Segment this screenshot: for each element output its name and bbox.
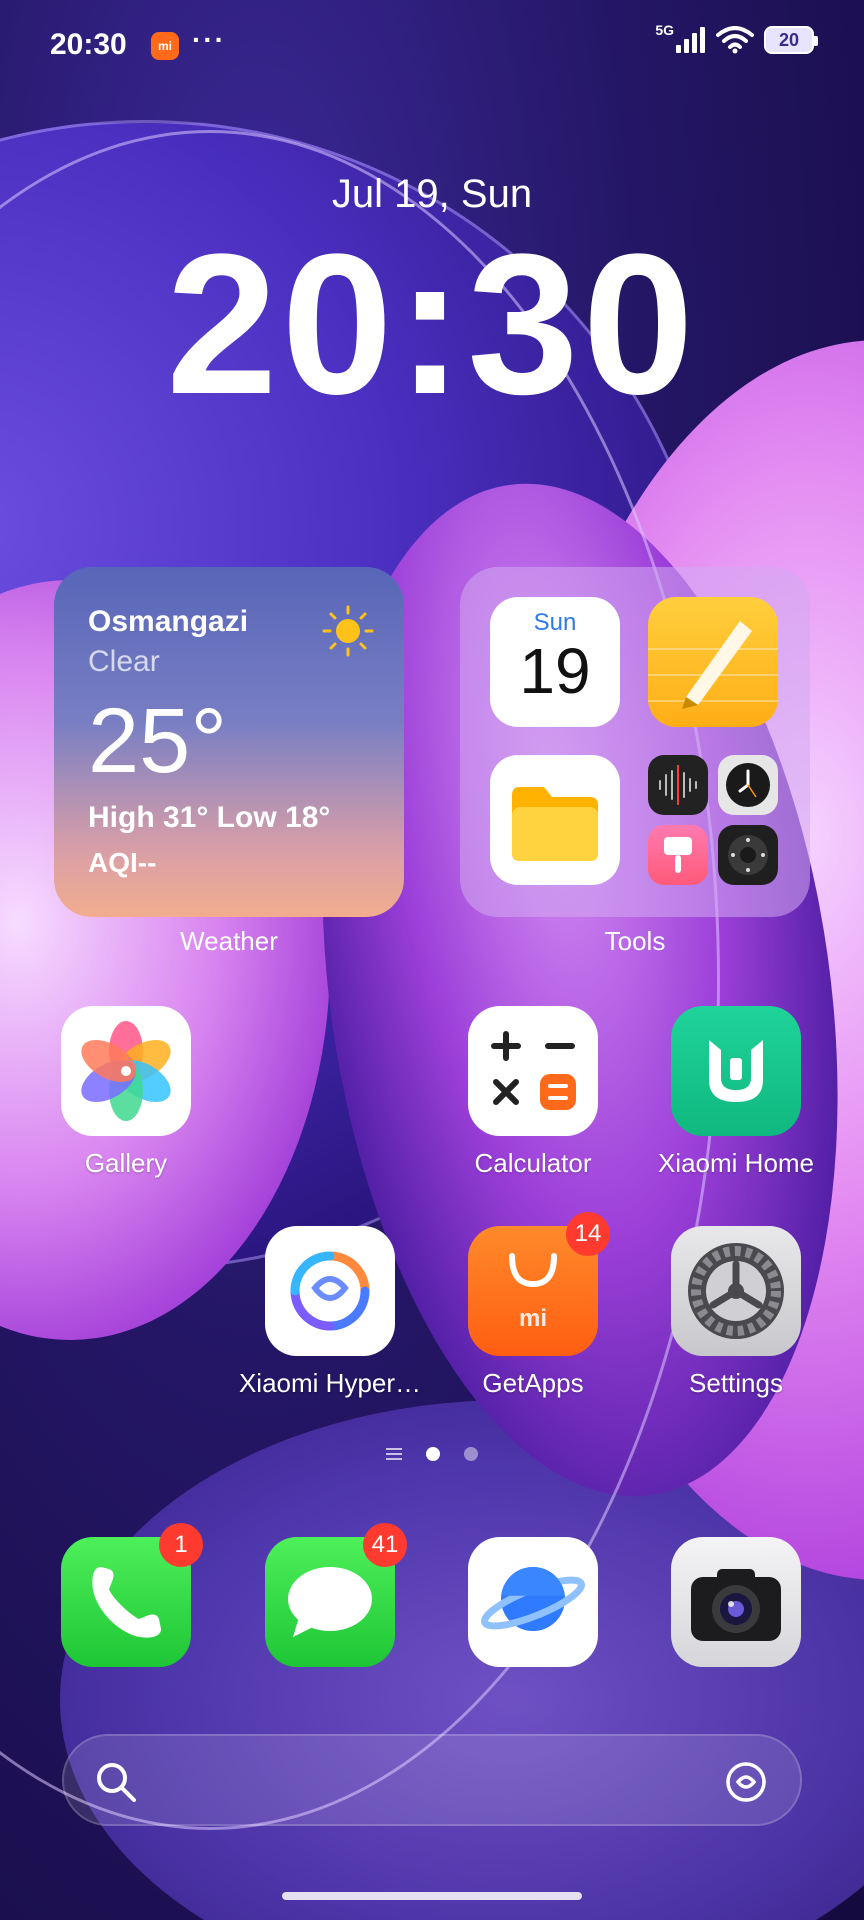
big-clock[interactable]: 20:30 bbox=[0, 225, 864, 425]
phone-badge: 1 bbox=[159, 1523, 203, 1567]
page-dot[interactable] bbox=[464, 1447, 478, 1461]
phone-icon[interactable]: 1 bbox=[61, 1523, 203, 1667]
lock-date[interactable]: Jul 19, Sun bbox=[0, 172, 864, 217]
getapps-label: GetApps bbox=[482, 1368, 584, 1398]
camera-icon[interactable] bbox=[671, 1537, 801, 1667]
remote-icon[interactable] bbox=[718, 825, 778, 885]
status-time: 20:30 bbox=[50, 28, 127, 61]
tools-folder[interactable]: Sun 19 bbox=[460, 567, 810, 917]
xiaomi-hyper-label: Xiaomi Hyper… bbox=[238, 1368, 422, 1398]
weather-widget[interactable]: Osmangazi Clear 25° High 31° Low 18° AQI… bbox=[54, 567, 404, 917]
app-settings[interactable]: Settings bbox=[634, 1226, 838, 1399]
battery-icon: 20 bbox=[764, 26, 818, 54]
app-gallery[interactable]: Gallery bbox=[24, 1006, 228, 1179]
app-calculator[interactable]: Calculator bbox=[431, 1006, 635, 1179]
sun-icon bbox=[322, 605, 374, 657]
ai-assistant-icon[interactable] bbox=[722, 1758, 770, 1806]
network-type: 5G bbox=[655, 22, 674, 38]
search-icon[interactable] bbox=[94, 1760, 138, 1804]
app-getapps[interactable]: mi 14 GetApps bbox=[431, 1212, 635, 1399]
more-notifications-icon: ··· bbox=[192, 24, 226, 55]
calculator-icon[interactable] bbox=[468, 1006, 598, 1136]
page-dot-active[interactable] bbox=[426, 1447, 440, 1461]
clock-icon[interactable] bbox=[718, 755, 778, 815]
xiaomi-hyper-icon[interactable] bbox=[265, 1226, 395, 1356]
weather-high-low: High 31° Low 18° bbox=[88, 801, 331, 834]
dock-messages[interactable]: 41 bbox=[228, 1523, 432, 1667]
app-xiaomi-home[interactable]: Xiaomi Home bbox=[634, 1006, 838, 1179]
tools-label: Tools bbox=[604, 926, 666, 956]
page-indicator[interactable] bbox=[0, 1447, 864, 1461]
weather-temperature: 25° bbox=[88, 690, 228, 792]
gallery-icon[interactable] bbox=[61, 1006, 191, 1136]
home-indicator[interactable] bbox=[282, 1892, 582, 1900]
calculator-label: Calculator bbox=[474, 1148, 592, 1178]
browser-planet-icon[interactable] bbox=[468, 1537, 598, 1667]
messages-badge: 41 bbox=[363, 1523, 407, 1567]
signal-icon bbox=[676, 27, 705, 53]
app-xiaomi-hyper[interactable]: Xiaomi Hyper… bbox=[228, 1226, 432, 1399]
mi-store-icon: mi bbox=[151, 32, 179, 60]
xiaomi-home-icon[interactable] bbox=[671, 1006, 801, 1136]
gallery-label: Gallery bbox=[84, 1148, 168, 1178]
calendar-day: Sun bbox=[533, 609, 577, 636]
getapps-badge: 14 bbox=[566, 1212, 610, 1256]
settings-label: Settings bbox=[689, 1368, 783, 1398]
search-bar[interactable] bbox=[62, 1734, 802, 1826]
battery-level: 20 bbox=[778, 29, 800, 50]
calendar-date: 19 bbox=[519, 635, 591, 707]
notes-icon[interactable] bbox=[648, 597, 778, 727]
xiaomi-home-label: Xiaomi Home bbox=[657, 1148, 815, 1178]
app-drawer-lines-icon[interactable] bbox=[386, 1448, 402, 1460]
weather-aqi: AQI-- bbox=[88, 847, 157, 878]
getapps-icon[interactable]: mi 14 bbox=[468, 1212, 610, 1356]
svg-text:mi: mi bbox=[519, 1305, 547, 1332]
voice-recorder-icon[interactable] bbox=[648, 755, 708, 815]
status-bar: 20:30 mi ··· 5G 20 bbox=[0, 22, 864, 68]
dock-camera[interactable] bbox=[634, 1537, 838, 1667]
weather-label: Weather bbox=[180, 926, 278, 956]
settings-icon[interactable] bbox=[671, 1226, 801, 1356]
files-icon[interactable] bbox=[490, 755, 620, 885]
dock-browser[interactable] bbox=[431, 1537, 635, 1667]
themes-icon[interactable] bbox=[648, 825, 708, 885]
calendar-icon[interactable]: Sun 19 bbox=[490, 597, 620, 727]
dock-phone[interactable]: 1 bbox=[24, 1523, 228, 1667]
wifi-icon bbox=[716, 26, 754, 54]
messages-icon[interactable]: 41 bbox=[265, 1523, 407, 1667]
